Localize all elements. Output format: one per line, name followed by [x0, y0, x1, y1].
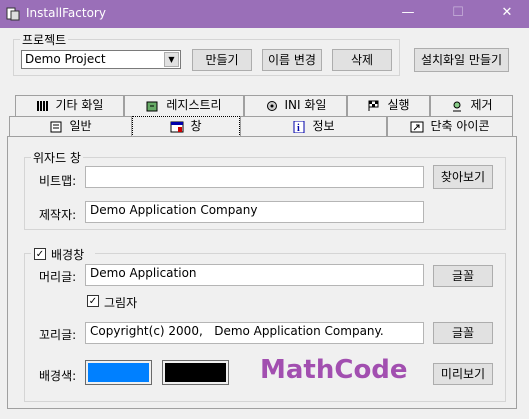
- tab-ini-files[interactable]: INI 화일: [244, 95, 347, 116]
- footer-label: 꼬리글:: [39, 328, 77, 342]
- tab-label: 실행: [387, 98, 410, 112]
- title-bar[interactable]: InstallFactory — ☐ ✕: [0, 0, 529, 28]
- maker-input[interactable]: Demo Application Company: [85, 201, 424, 223]
- browse-button[interactable]: 찾아보기: [433, 165, 493, 189]
- bgcolor-label: 배경색:: [39, 369, 77, 383]
- header-input[interactable]: Demo Application: [85, 264, 424, 286]
- tab-registry[interactable]: 레지스트리: [124, 95, 244, 116]
- tab-label: 제거: [470, 98, 493, 112]
- make-setup-button[interactable]: 설치화일 만들기: [414, 48, 509, 72]
- header-label: 머리글:: [39, 270, 77, 284]
- tab-shortcut-icons[interactable]: 단축 아이콘: [387, 116, 513, 137]
- mathcode-watermark: MathCode: [260, 355, 408, 385]
- wizard-group-label: 위자드 창: [31, 149, 83, 166]
- window-icon: [170, 121, 184, 132]
- app-icon: [6, 7, 20, 21]
- project-group-label: 프로젝트: [20, 31, 69, 48]
- rename-project-button[interactable]: 이름 변경: [262, 49, 322, 71]
- gear-icon: [266, 100, 277, 111]
- tab-other-files[interactable]: 기타 화일: [15, 95, 124, 116]
- create-project-button[interactable]: 만들기: [192, 49, 252, 71]
- general-icon: [50, 121, 62, 132]
- bgcolor-swatch-2[interactable]: [162, 360, 229, 385]
- registry-icon: [146, 101, 158, 111]
- maker-label: 제작자:: [39, 208, 77, 222]
- tab-info[interactable]: i 정보: [240, 116, 387, 137]
- minimize-button[interactable]: —: [390, 0, 426, 28]
- shortcut-icon: [410, 121, 424, 132]
- close-button[interactable]: ✕: [489, 0, 525, 28]
- bitmap-input[interactable]: [85, 166, 424, 188]
- shadow-checkbox[interactable]: ✓: [87, 295, 99, 307]
- maximize-button[interactable]: ☐: [440, 0, 476, 28]
- background-group-label: 배경창: [51, 248, 85, 262]
- shadow-label: 그림자: [104, 296, 138, 310]
- background-enable-checkbox[interactable]: ✓: [34, 248, 46, 260]
- color-fill: [165, 363, 226, 382]
- window-title: InstallFactory: [26, 6, 106, 20]
- tab-label: 일반: [69, 119, 92, 133]
- tab-label: 레지스트리: [166, 98, 222, 112]
- background-group-header: ✓ 배경창: [31, 245, 95, 262]
- project-select[interactable]: Demo Project ▼: [21, 50, 181, 69]
- color-fill: [88, 363, 149, 382]
- tab-label: INI 화일: [284, 98, 327, 112]
- bgcolor-swatch-1[interactable]: [85, 360, 152, 385]
- tab-label: 단축 아이콘: [430, 119, 490, 133]
- tab-label: 기타 화일: [55, 98, 104, 112]
- tab-general[interactable]: 일반: [9, 116, 132, 137]
- uninstall-icon: [453, 101, 462, 111]
- delete-project-button[interactable]: 삭제: [332, 49, 392, 71]
- tab-label: 창: [190, 119, 202, 133]
- footer-font-button[interactable]: 글꼴: [433, 322, 493, 344]
- tab-uninstall[interactable]: 제거: [430, 95, 513, 116]
- footer-input[interactable]: Copyright(c) 2000, Demo Application Comp…: [85, 322, 424, 344]
- flag-icon: [368, 100, 379, 111]
- bitmap-label: 비트맵:: [39, 174, 77, 188]
- info-icon: i: [293, 120, 305, 133]
- project-select-value: Demo Project: [25, 52, 106, 66]
- svg-text:i: i: [297, 123, 300, 133]
- tab-window[interactable]: 창: [132, 116, 240, 137]
- header-font-button[interactable]: 글꼴: [433, 265, 493, 287]
- tab-execute[interactable]: 실행: [347, 95, 430, 116]
- tab-label: 정보: [312, 119, 335, 133]
- chevron-down-icon[interactable]: ▼: [164, 52, 179, 67]
- files-icon: [36, 100, 48, 111]
- preview-button[interactable]: 미리보기: [433, 363, 493, 385]
